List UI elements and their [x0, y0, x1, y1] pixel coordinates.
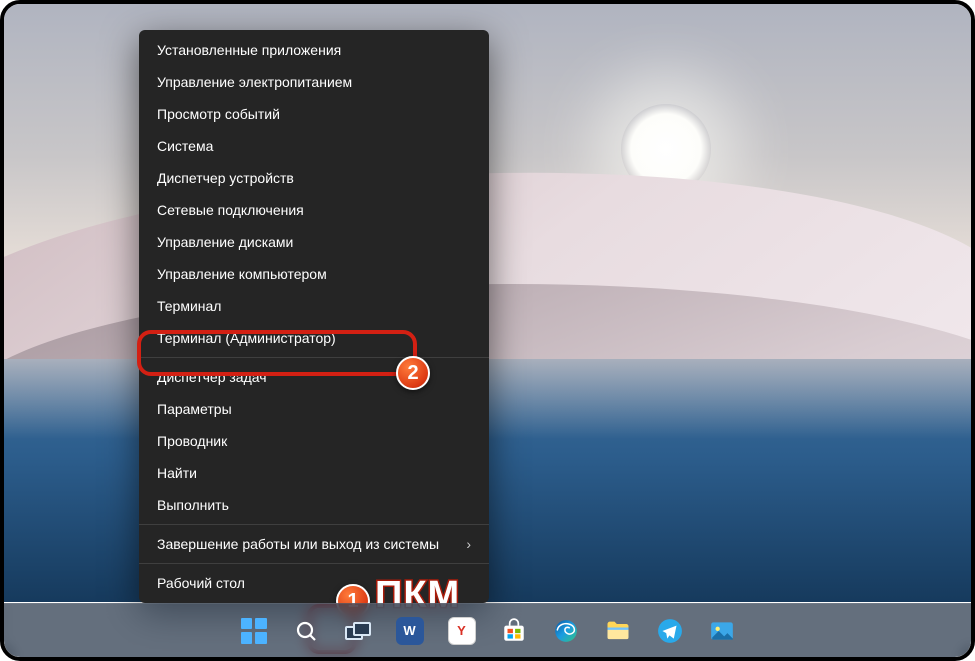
taskbar: W Y — [4, 603, 971, 657]
ctx-item-terminal-admin[interactable]: Терминал (Администратор) — [139, 322, 489, 354]
ctx-separator — [139, 563, 489, 564]
ctx-item-explorer[interactable]: Проводник — [139, 425, 489, 457]
ctx-item-installed-apps[interactable]: Установленные приложения — [139, 34, 489, 66]
ctx-item-run[interactable]: Выполнить — [139, 489, 489, 521]
annotation-badge-2: 2 — [396, 356, 430, 390]
ctx-item-disk-management[interactable]: Управление дисками — [139, 226, 489, 258]
ctx-item-shutdown-signout[interactable]: Завершение работы или выход из системы › — [139, 528, 489, 560]
yandex-icon: Y — [448, 617, 476, 645]
ctx-item-event-viewer[interactable]: Просмотр событий — [139, 98, 489, 130]
folder-icon — [604, 617, 632, 645]
ctx-separator — [139, 524, 489, 525]
photos-icon — [709, 618, 735, 644]
windows-logo-icon — [241, 618, 267, 644]
explorer-app[interactable] — [596, 609, 640, 653]
ctx-item-power-options[interactable]: Управление электропитанием — [139, 66, 489, 98]
chevron-right-icon: › — [466, 536, 471, 552]
taskview-icon — [345, 622, 371, 640]
taskview-button[interactable] — [336, 609, 380, 653]
edge-icon — [553, 618, 579, 644]
yandex-app[interactable]: Y — [440, 609, 484, 653]
photos-app[interactable] — [700, 609, 744, 653]
ctx-item-search[interactable]: Найти — [139, 457, 489, 489]
search-icon — [294, 619, 318, 643]
word-app[interactable]: W — [388, 609, 432, 653]
telegram-icon — [657, 618, 683, 644]
edge-app[interactable] — [544, 609, 588, 653]
start-button[interactable] — [232, 609, 276, 653]
ctx-item-system[interactable]: Система — [139, 130, 489, 162]
ctx-item-computer-management[interactable]: Управление компьютером — [139, 258, 489, 290]
screenshot-frame: Установленные приложения Управление элек… — [0, 0, 975, 661]
telegram-app[interactable] — [648, 609, 692, 653]
ctx-item-device-manager[interactable]: Диспетчер устройств — [139, 162, 489, 194]
ctx-separator — [139, 357, 489, 358]
word-icon: W — [396, 617, 424, 645]
search-button[interactable] — [284, 609, 328, 653]
ctx-item-settings[interactable]: Параметры — [139, 393, 489, 425]
ctx-item-task-manager[interactable]: Диспетчер задач — [139, 361, 489, 393]
store-icon — [501, 618, 527, 644]
store-app[interactable] — [492, 609, 536, 653]
ctx-item-terminal[interactable]: Терминал — [139, 290, 489, 322]
winx-context-menu: Установленные приложения Управление элек… — [139, 30, 489, 603]
ctx-item-network-connections[interactable]: Сетевые подключения — [139, 194, 489, 226]
